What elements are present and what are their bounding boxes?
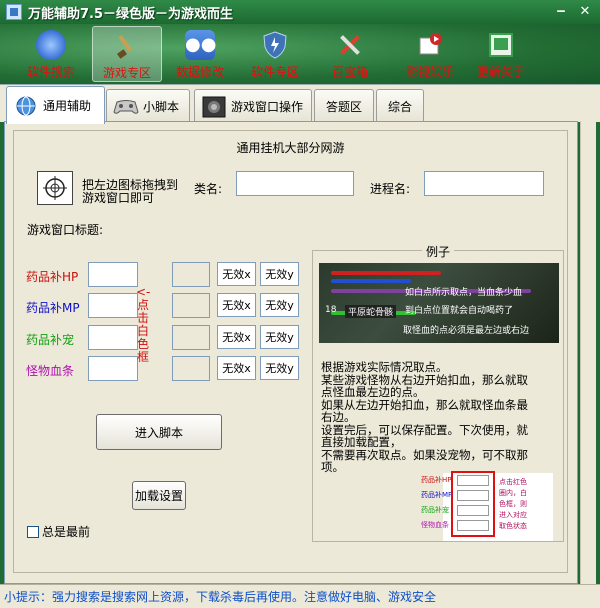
example-description: 根据游戏实际情况取点。 某些游戏怪物从右边开始扣血，那么就取 点怪血最左边的点。… <box>321 360 528 474</box>
tab-small-script[interactable]: 小脚本 <box>106 89 190 123</box>
users-icon: ●● <box>185 30 216 60</box>
gamepad-icon <box>113 96 139 118</box>
tool-media[interactable]: 影视娱乐 <box>395 26 465 82</box>
shield-icon <box>260 30 290 60</box>
title-bar: 万能辅助7.5－绿色版－为游戏而生 ‒ ✕ <box>0 0 600 24</box>
tab-general-assist[interactable]: 通用辅助 <box>6 86 105 124</box>
checkbox-box[interactable] <box>27 525 39 538</box>
click-white-box-note: <-点击白色框 <box>136 285 151 364</box>
monster-color-input[interactable] <box>88 356 138 381</box>
status-bar: 小提示：强力搜索是搜索网上资源，下载杀毒后再使用。注意做好电脑、游戏安全 <box>0 584 600 608</box>
tab-game-window-ops[interactable]: 游戏窗口操作 <box>194 89 312 123</box>
example-title: 例子 <box>313 243 563 260</box>
tab-strip: 通用辅助 小脚本 游戏窗口操作 答题区 综合 <box>0 84 600 124</box>
drag-hint-line2: 游戏窗口即可 <box>82 191 155 205</box>
example-mini-form: 药品补HP 药品补MP 药品补宠 怪物血条 点击红色 圈内，白 色框，则 进入对… <box>421 471 553 541</box>
mp-color-input[interactable] <box>88 293 138 318</box>
toolbar: 软件搜索 游戏专区 ●● 数据修改 软件专区 百宝箱 影视娱乐 更新关于 <box>0 24 600 84</box>
tool-software-search[interactable]: 软件搜索 <box>16 26 86 82</box>
hp-color-input[interactable] <box>88 262 138 287</box>
close-button[interactable]: ✕ <box>574 3 596 21</box>
row-label-monster: 怪物血条 <box>26 364 75 378</box>
process-name-label: 进程名: <box>370 182 411 196</box>
monster-y-field[interactable]: 无效y <box>260 356 299 380</box>
monster-swatch <box>172 356 210 381</box>
app-icon <box>6 4 22 20</box>
tool-toolbox[interactable]: 百宝箱 <box>315 26 385 82</box>
tab-quiz-zone[interactable]: 答题区 <box>314 89 374 123</box>
window-icon <box>486 30 516 60</box>
globe-icon <box>13 95 39 117</box>
row-label-mp: 药品补MP <box>26 301 80 315</box>
brush-icon <box>112 31 142 61</box>
example-panel: 例子 如白点所示取点，当血条少血 到白点位置就会自动喝药了 取怪血的点必须是最左… <box>312 245 564 542</box>
media-icon <box>415 30 445 60</box>
row-label-hp: 药品补HP <box>26 270 79 284</box>
class-name-label: 类名: <box>194 182 223 196</box>
tool-game-zone[interactable]: 游戏专区 <box>92 26 162 82</box>
group-title: 通用挂机大部分网游 <box>236 141 345 155</box>
status-text: 小提示：强力搜索是搜索网上资源，下载杀毒后再使用。注意做好电脑、游戏安全 <box>4 590 437 604</box>
row-label-pet: 药品补宠 <box>26 333 75 347</box>
window-title: 万能辅助7.5－绿色版－为游戏而生 <box>28 6 234 22</box>
mp-y-field[interactable]: 无效y <box>260 293 299 317</box>
hp-x-field[interactable]: 无效x <box>217 262 256 286</box>
always-on-top-checkbox[interactable]: 总是最前 <box>27 523 90 540</box>
mp-x-field[interactable]: 无效x <box>217 293 256 317</box>
example-screenshot: 如白点所示取点，当血条少血 到白点位置就会自动喝药了 取怪血的点必须是最左边或右… <box>319 263 559 343</box>
pet-y-field[interactable]: 无效y <box>260 325 299 349</box>
window-title-label: 游戏窗口标题: <box>27 223 104 237</box>
pet-x-field[interactable]: 无效x <box>217 325 256 349</box>
pet-swatch <box>172 325 210 350</box>
orb-icon <box>36 30 66 60</box>
load-settings-button[interactable]: 加载设置 <box>132 481 186 510</box>
monster-x-field[interactable]: 无效x <box>217 356 256 380</box>
scrollbar[interactable] <box>580 121 596 584</box>
enter-script-button[interactable]: 进入脚本 <box>96 414 222 450</box>
mp-swatch <box>172 293 210 318</box>
tool-software-zone[interactable]: 软件专区 <box>240 26 310 82</box>
hp-y-field[interactable]: 无效y <box>260 262 299 286</box>
pet-color-input[interactable] <box>88 325 138 350</box>
game-window-icon <box>201 96 227 118</box>
hp-swatch <box>172 262 210 287</box>
tool-update-about[interactable]: 更新关于 <box>466 26 536 82</box>
minimize-button[interactable]: ‒ <box>550 3 572 21</box>
tools-icon <box>335 30 365 60</box>
drag-target-icon[interactable] <box>37 171 73 205</box>
process-name-input[interactable] <box>424 171 544 196</box>
tab-misc[interactable]: 综合 <box>376 89 424 123</box>
class-name-input[interactable] <box>236 171 354 196</box>
tool-data-modify[interactable]: ●● 数据修改 <box>165 26 235 82</box>
